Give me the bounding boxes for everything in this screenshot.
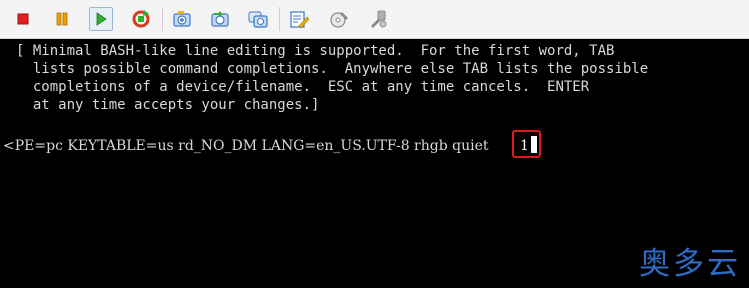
- power-off-button[interactable]: [11, 7, 35, 31]
- pause-icon: [56, 12, 68, 26]
- toolbar-separator: [162, 7, 163, 31]
- connect-cd-button[interactable]: [328, 7, 352, 31]
- reset-button[interactable]: [129, 7, 153, 31]
- help-line: [ Minimal BASH-like line editing is supp…: [16, 43, 615, 59]
- power-on-button[interactable]: [89, 7, 113, 31]
- revert-snapshot-icon: [211, 11, 229, 27]
- toolbar-separator: [279, 7, 280, 31]
- edit-settings-button[interactable]: [287, 7, 311, 31]
- stop-icon: [17, 13, 29, 25]
- edit-settings-icon: [290, 11, 309, 29]
- vm-toolbar: [0, 0, 749, 39]
- snapshot-manager-button[interactable]: [246, 7, 270, 31]
- suspend-button[interactable]: [50, 7, 74, 31]
- connect-cd-icon: [330, 12, 348, 28]
- take-snapshot-button[interactable]: [170, 7, 194, 31]
- kernel-command-line[interactable]: <PE=pc KEYTABLE=us rd_NO_DM LANG=en_US.U…: [3, 137, 493, 155]
- play-icon: [96, 12, 107, 26]
- help-line: at any time accepts your changes.]: [16, 97, 320, 113]
- highlight-box: [512, 130, 541, 158]
- snapshot-manager-icon: [248, 11, 268, 28]
- tools-icon: [371, 10, 387, 28]
- revert-snapshot-button[interactable]: [208, 7, 232, 31]
- restart-icon: [132, 10, 150, 28]
- vm-tools-button[interactable]: [365, 7, 389, 31]
- grub-help-text: [ Minimal BASH-like line editing is supp…: [16, 42, 648, 114]
- help-line: completions of a device/filename. ESC at…: [16, 79, 590, 95]
- snapshot-icon: [173, 11, 191, 27]
- watermark-logo: 奥多云: [639, 246, 741, 282]
- vm-console-window: [ Minimal BASH-like line editing is supp…: [0, 0, 749, 288]
- vm-console-screen[interactable]: [ Minimal BASH-like line editing is supp…: [0, 39, 749, 288]
- help-line: lists possible command completions. Anyw…: [16, 61, 649, 77]
